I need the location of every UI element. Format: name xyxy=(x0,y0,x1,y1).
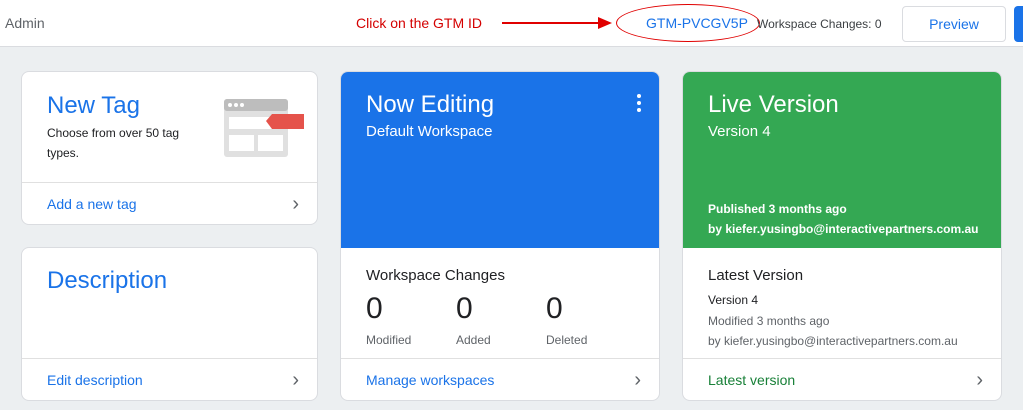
description-title: Description xyxy=(47,267,168,294)
latest-version-title: Latest Version xyxy=(708,267,804,284)
new-tag-card[interactable]: New Tag Choose from over 50 tag types. A… xyxy=(21,71,318,225)
added-label: Added xyxy=(456,333,491,347)
annotation-text: Click on the GTM ID xyxy=(356,15,483,31)
latest-version-link[interactable]: Latest version › xyxy=(683,358,1001,400)
add-new-tag-label: Add a new tag xyxy=(47,195,137,212)
modified-count: 0 xyxy=(366,292,383,325)
chevron-right-icon: › xyxy=(292,192,299,215)
chevron-right-icon: › xyxy=(634,368,641,391)
chevron-right-icon: › xyxy=(976,368,983,391)
manage-workspaces-link[interactable]: Manage workspaces › xyxy=(341,358,659,400)
edit-description-label: Edit description xyxy=(47,371,143,388)
container-id-link[interactable]: GTM-PVCGV5P xyxy=(646,15,748,31)
added-count: 0 xyxy=(456,292,473,325)
top-bar: Admin Click on the GTM ID GTM-PVCGV5P Wo… xyxy=(0,0,1023,47)
description-card: Description Edit description › xyxy=(21,247,318,401)
more-vert-icon[interactable] xyxy=(637,94,641,112)
latest-modified-time: Modified 3 months ago xyxy=(708,314,830,328)
published-by: by kiefer.yusingbo@interactivepartners.c… xyxy=(708,222,979,236)
now-editing-header: Now Editing Default Workspace xyxy=(341,72,659,248)
live-version-number: Version 4 xyxy=(708,123,771,140)
deleted-count: 0 xyxy=(546,292,563,325)
now-editing-card: Now Editing Default Workspace Workspace … xyxy=(340,71,660,401)
workspace-changes-title: Workspace Changes xyxy=(366,267,505,284)
latest-modified-by: by kiefer.yusingbo@interactivepartners.c… xyxy=(708,334,958,348)
annotation-arrow-icon xyxy=(502,17,612,29)
modified-label: Modified xyxy=(366,333,412,347)
live-version-card: Live Version Version 4 Published 3 month… xyxy=(682,71,1002,401)
edit-description-link[interactable]: Edit description › xyxy=(22,358,317,400)
live-version-title: Live Version xyxy=(708,91,839,118)
latest-version-number: Version 4 xyxy=(708,293,759,307)
manage-workspaces-label: Manage workspaces xyxy=(366,371,495,388)
add-new-tag-link[interactable]: Add a new tag › xyxy=(22,182,317,224)
new-tag-description: Choose from over 50 tag types. xyxy=(47,126,180,160)
workspace-changes-count: Workspace Changes: 0 xyxy=(757,17,882,31)
submit-button[interactable] xyxy=(1014,6,1023,42)
latest-version-label: Latest version xyxy=(708,371,796,388)
new-tag-title: New Tag xyxy=(47,92,140,119)
chevron-right-icon: › xyxy=(292,368,299,391)
now-editing-title: Now Editing xyxy=(366,91,495,118)
workspace-name: Default Workspace xyxy=(366,123,493,140)
preview-button[interactable]: Preview xyxy=(902,6,1006,42)
tag-illustration-icon xyxy=(224,99,304,157)
published-time: Published 3 months ago xyxy=(708,202,847,216)
deleted-label: Deleted xyxy=(546,333,588,347)
admin-tab[interactable]: Admin xyxy=(5,15,45,31)
live-version-header: Live Version Version 4 Published 3 month… xyxy=(683,72,1001,248)
